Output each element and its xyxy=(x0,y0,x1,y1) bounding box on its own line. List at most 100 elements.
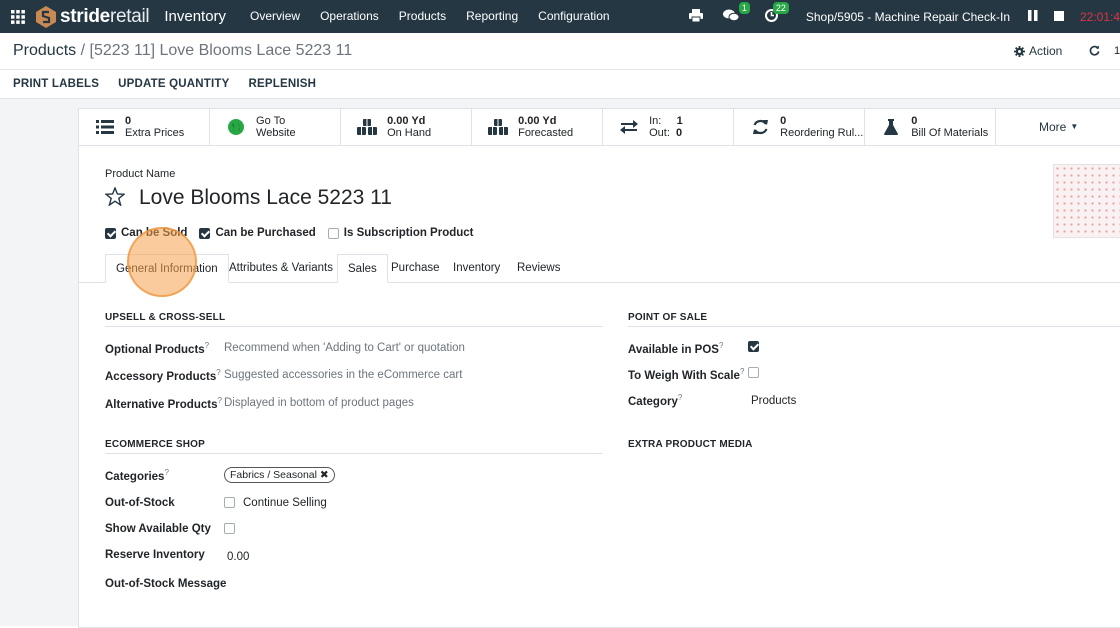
tab-reviews[interactable]: Reviews xyxy=(507,254,570,283)
chat-icon[interactable]: 1 xyxy=(722,1,750,25)
on-hand-value: 0.00 Yd xyxy=(387,115,426,127)
on-hand-label: On Hand xyxy=(387,127,432,139)
refresh-icon[interactable] xyxy=(1089,44,1100,59)
bom-value: 0 xyxy=(911,115,918,127)
available-in-pos-label: Available in POS? xyxy=(628,341,724,356)
notebook-tabs: General Information Attributes & Variant… xyxy=(79,254,1120,283)
extra-prices-button[interactable]: 0 Extra Prices xyxy=(79,109,211,145)
extra-prices-label: Extra Prices xyxy=(125,127,185,139)
brand-bold: stride xyxy=(60,5,110,27)
product-name-label: Product Name xyxy=(105,168,176,180)
tab-inventory[interactable]: Inventory xyxy=(443,254,510,283)
optional-products-label: Optional Products? xyxy=(105,341,210,356)
replenish-button[interactable]: REPLENISH xyxy=(249,78,317,90)
more-button[interactable]: More ▼ xyxy=(996,109,1120,145)
activity-clock-icon[interactable]: 22 xyxy=(764,1,789,25)
breadcrumb-current: [5223 11] Love Blooms Lace 5223 11 xyxy=(89,42,353,59)
exchange-icon xyxy=(618,120,640,134)
menu-reporting[interactable]: Reporting xyxy=(456,0,528,33)
bom-button[interactable]: 0 Bill Of Materials xyxy=(865,109,997,145)
continue-selling-checkbox[interactable] xyxy=(224,497,235,508)
menu-overview[interactable]: Overview xyxy=(240,0,310,33)
reordering-rules-button[interactable]: 0 Reordering Rul... xyxy=(734,109,866,145)
product-image[interactable] xyxy=(1053,164,1120,238)
pause-icon[interactable] xyxy=(1028,9,1038,24)
checkbox-box xyxy=(105,227,116,239)
flask-icon xyxy=(880,119,902,135)
brand-logo[interactable]: strideretail xyxy=(36,5,150,28)
optional-products-input[interactable]: Recommend when 'Adding to Cart' or quota… xyxy=(224,342,465,354)
session-timer: 22:01:47 xyxy=(1080,9,1120,24)
close-icon[interactable]: ✖ xyxy=(320,469,329,481)
category-tag[interactable]: Fabrics / Seasonal ✖ xyxy=(224,467,335,483)
weigh-with-scale-label: To Weigh With Scale? xyxy=(628,367,745,382)
available-in-pos-checkbox[interactable] xyxy=(748,341,759,352)
upsell-section-title: UPSELL & CROSS-SELL xyxy=(105,312,603,327)
forecasted-label: Forecasted xyxy=(518,127,574,139)
gear-icon xyxy=(1014,45,1025,57)
tab-attributes-variants[interactable]: Attributes & Variants xyxy=(219,254,343,283)
form-sheet: 0 Extra Prices Go To Website 0.00 Yd On Han… xyxy=(78,108,1120,628)
stop-icon[interactable] xyxy=(1054,10,1064,24)
reordering-value: 0 xyxy=(780,115,787,127)
accessory-products-input[interactable]: Suggested accessories in the eCommerce c… xyxy=(224,369,462,381)
forecasted-value: 0.00 Yd xyxy=(518,115,557,127)
alternative-products-label: Alternative Products? xyxy=(105,396,222,411)
activity-badge: 22 xyxy=(772,1,789,14)
website-label: Website xyxy=(256,127,296,139)
pos-category-input[interactable]: Products xyxy=(751,395,796,407)
menu-configuration[interactable]: Configuration xyxy=(528,0,619,33)
subscription-checkbox[interactable]: Is Subscription Product xyxy=(327,227,474,239)
breadcrumb: Products / [5223 11] Love Blooms Lace 52… xyxy=(13,42,352,60)
weigh-with-scale-checkbox[interactable] xyxy=(748,367,759,378)
reserve-inventory-label: Reserve Inventory xyxy=(105,549,205,561)
show-available-qty-checkbox[interactable] xyxy=(224,523,235,534)
bom-label: Bill Of Materials xyxy=(911,127,989,139)
product-name[interactable]: Love Blooms Lace 5223 11 xyxy=(139,186,392,210)
action-button[interactable]: Action xyxy=(1014,44,1062,58)
brand-light: retail xyxy=(109,5,150,27)
product-title: Love Blooms Lace 5223 11 xyxy=(104,186,392,210)
extra-media-section-title: EXTRA PRODUCT MEDIA xyxy=(628,439,753,450)
print-labels-button[interactable]: PRINT LABELS xyxy=(13,78,99,90)
forecasted-button[interactable]: 0.00 Yd Forecasted xyxy=(472,109,604,145)
top-navbar: strideretail Inventory Overview Operatio… xyxy=(0,0,1120,33)
brand-mark-icon xyxy=(36,5,56,28)
in-value: In: 1 xyxy=(649,115,683,127)
checkbox-box xyxy=(327,227,339,239)
out-of-stock-label: Out-of-Stock xyxy=(105,497,175,509)
menu-products[interactable]: Products xyxy=(389,0,456,33)
header-button-bar: PRINT LABELS UPDATE QUANTITY REPLENISH xyxy=(0,70,1120,99)
chat-badge: 1 xyxy=(738,1,750,14)
printer-icon[interactable] xyxy=(688,8,703,25)
on-hand-button[interactable]: 0.00 Yd On Hand xyxy=(341,109,473,145)
star-icon[interactable] xyxy=(104,186,126,209)
caret-down-icon: ▼ xyxy=(1070,122,1079,131)
accessory-products-label: Accessory Products? xyxy=(105,368,221,383)
app-name[interactable]: Inventory xyxy=(164,8,226,25)
globe-icon xyxy=(225,119,247,135)
website-value: Go To xyxy=(256,115,286,127)
out-of-stock-message-label: Out-of-Stock Message xyxy=(105,578,227,590)
menu-operations[interactable]: Operations xyxy=(310,0,389,33)
pager-value[interactable]: 1 xyxy=(1114,45,1120,57)
categories-label: Categories? xyxy=(105,468,169,483)
breadcrumb-separator: / xyxy=(80,42,86,59)
alternative-products-input[interactable]: Displayed in bottom of product pages xyxy=(224,397,414,409)
company-switcher[interactable]: Shop/5905 - Machine Repair Check-In xyxy=(806,10,1010,24)
update-quantity-button[interactable]: UPDATE QUANTITY xyxy=(118,78,229,90)
cubes-icon xyxy=(487,119,509,135)
show-available-qty-label: Show Available Qty xyxy=(105,523,211,535)
click-indicator xyxy=(127,227,197,297)
can-be-purchased-checkbox[interactable]: Can be Purchased xyxy=(199,227,316,239)
breadcrumb-root[interactable]: Products xyxy=(13,42,76,59)
reserve-inventory-input[interactable]: 0.00 xyxy=(227,551,249,563)
refresh-icon xyxy=(749,119,771,135)
cubes-icon xyxy=(356,119,378,135)
smart-buttons: 0 Extra Prices Go To Website 0.00 Yd On Han… xyxy=(79,109,1120,146)
apps-menu-icon[interactable] xyxy=(0,0,36,33)
category-tag-label: Fabrics / Seasonal xyxy=(230,469,317,481)
in-out-button[interactable]: In: 1 Out: 0 xyxy=(603,109,735,145)
tab-purchase[interactable]: Purchase xyxy=(381,254,450,283)
website-button[interactable]: Go To Website xyxy=(210,109,342,145)
